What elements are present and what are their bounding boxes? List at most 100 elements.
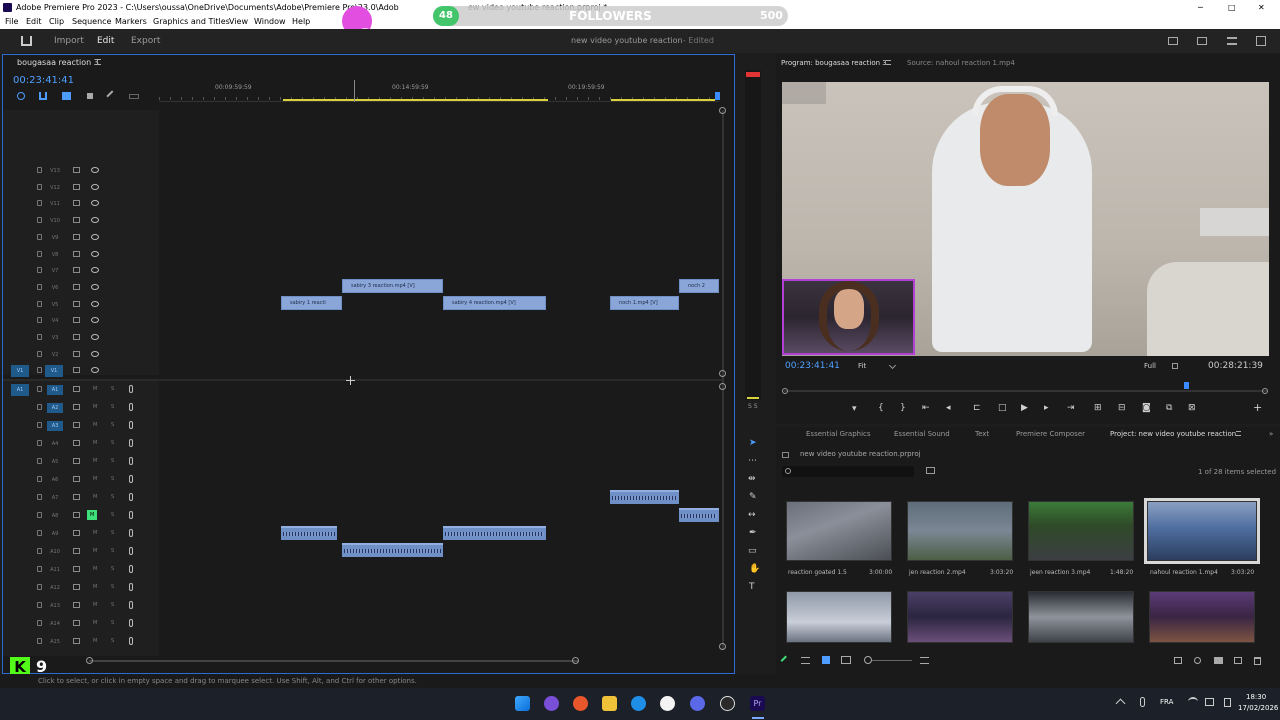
- film-icon[interactable]: [73, 167, 80, 173]
- lock-icon[interactable]: [37, 300, 42, 307]
- tab-project[interactable]: Project: new video youtube reaction: [1110, 430, 1236, 438]
- mute-button[interactable]: M: [93, 422, 97, 428]
- pen-tool-icon[interactable]: ✒: [749, 528, 757, 538]
- media-thumbnail[interactable]: [786, 501, 892, 561]
- solo-button[interactable]: S: [111, 548, 114, 554]
- mute-button[interactable]: M: [93, 404, 97, 410]
- speaker-icon[interactable]: [1205, 698, 1214, 706]
- scroll-handle[interactable]: [719, 107, 726, 114]
- eye-icon[interactable]: [91, 200, 99, 207]
- menu-window[interactable]: Window: [254, 15, 286, 29]
- zoom-handle[interactable]: [864, 656, 872, 664]
- tab-export[interactable]: Export: [131, 29, 160, 53]
- audio-track-header[interactable]: A2 M S: [3, 400, 161, 416]
- mute-button[interactable]: M: [93, 548, 97, 554]
- settings-icon[interactable]: [1172, 363, 1178, 369]
- solo-button[interactable]: S: [111, 458, 114, 464]
- audio-track-header[interactable]: A7 M S: [3, 490, 161, 506]
- lock-icon[interactable]: [37, 334, 42, 340]
- video-clip[interactable]: sabiry 3 reaction.mp4 [V]: [342, 279, 443, 293]
- automate-icon[interactable]: [1174, 657, 1182, 664]
- media-thumbnail[interactable]: [1149, 591, 1255, 643]
- audio-track-header[interactable]: A6 M S: [3, 472, 161, 488]
- menu-graphics[interactable]: Graphics and Titles: [153, 15, 230, 29]
- out-point-marker[interactable]: [715, 92, 720, 100]
- film-icon[interactable]: [73, 334, 80, 340]
- marker-icon[interactable]: [87, 93, 93, 99]
- brave-icon[interactable]: [660, 696, 675, 711]
- fit-dropdown[interactable]: Fit: [858, 362, 866, 370]
- film-icon[interactable]: [73, 367, 80, 374]
- discord-icon[interactable]: [690, 696, 705, 711]
- lock-icon[interactable]: [37, 404, 42, 410]
- video-track-header[interactable]: V12: [3, 180, 161, 196]
- video-track-header[interactable]: V7: [3, 263, 161, 279]
- lock-icon[interactable]: [37, 233, 42, 240]
- lock-icon[interactable]: [37, 283, 42, 290]
- razor-tool-icon[interactable]: ✎: [749, 492, 757, 502]
- film-icon[interactable]: [73, 440, 80, 446]
- solo-button[interactable]: S: [111, 386, 114, 392]
- lock-icon[interactable]: [37, 367, 42, 374]
- workspaces-icon[interactable]: [1168, 37, 1178, 45]
- icon-view-icon[interactable]: [822, 656, 830, 664]
- film-icon[interactable]: [73, 620, 80, 626]
- eye-icon[interactable]: [91, 217, 99, 224]
- windows-start-icon[interactable]: [515, 696, 530, 711]
- film-icon[interactable]: [73, 548, 80, 554]
- scroll-handle[interactable]: [572, 657, 579, 664]
- sort-icon[interactable]: [920, 657, 929, 664]
- audio-track-header[interactable]: A12 M S: [3, 580, 161, 596]
- video-clip[interactable]: noch 1.mp4 [V]: [610, 296, 679, 310]
- media-thumbnail[interactable]: [907, 591, 1013, 643]
- lock-icon[interactable]: [37, 548, 42, 554]
- film-icon[interactable]: [73, 494, 80, 500]
- selection-tool-icon[interactable]: ➤: [749, 438, 757, 448]
- media-thumbnail[interactable]: [907, 501, 1013, 561]
- film-icon[interactable]: [73, 217, 80, 224]
- tab-premiere-composer[interactable]: Premiere Composer: [1016, 430, 1085, 438]
- scroll-handle[interactable]: [719, 370, 726, 377]
- go-to-in-button[interactable]: ⇤: [922, 403, 930, 413]
- film-icon[interactable]: [73, 602, 80, 608]
- play-button[interactable]: ▶: [1021, 403, 1028, 413]
- video-frame[interactable]: [782, 82, 1269, 356]
- tab-text[interactable]: Text: [975, 430, 989, 438]
- obs-icon[interactable]: [720, 696, 735, 711]
- stop-button[interactable]: □: [998, 403, 1007, 413]
- mute-button[interactable]: M: [93, 440, 97, 446]
- close-button[interactable]: ✕: [1258, 0, 1265, 15]
- lock-icon[interactable]: [37, 386, 42, 392]
- audio-track-header[interactable]: A15 M S: [3, 634, 161, 650]
- microphone-icon[interactable]: [129, 529, 133, 537]
- microphone-icon[interactable]: [129, 493, 133, 501]
- eye-icon[interactable]: [91, 183, 99, 190]
- audio-track-header[interactable]: A13 M S: [3, 598, 161, 614]
- sequence-tab[interactable]: bougasaa reaction 3: [17, 58, 99, 67]
- film-icon[interactable]: [73, 638, 80, 644]
- solo-button[interactable]: S: [111, 530, 114, 536]
- microphone-icon[interactable]: [129, 637, 133, 645]
- film-icon[interactable]: [73, 267, 80, 274]
- premiere-taskbar-icon[interactable]: Pr: [750, 696, 765, 711]
- video-track-header[interactable]: V4: [3, 313, 161, 329]
- wrench-icon[interactable]: [106, 90, 118, 102]
- solo-button[interactable]: S: [111, 566, 114, 572]
- mark-in-button[interactable]: {: [878, 403, 884, 413]
- eye-icon[interactable]: [91, 350, 99, 357]
- camera-icon[interactable]: ◙: [1142, 403, 1151, 413]
- lock-icon[interactable]: [37, 530, 42, 536]
- film-icon[interactable]: [73, 183, 80, 190]
- snap-icon[interactable]: [17, 92, 25, 100]
- audio-track-header[interactable]: A5 M S: [3, 454, 161, 470]
- mute-button[interactable]: M: [93, 620, 97, 626]
- lock-icon[interactable]: [37, 458, 42, 464]
- battery-icon[interactable]: [1224, 698, 1231, 707]
- lock-icon[interactable]: [37, 350, 42, 357]
- microphone-icon[interactable]: [129, 601, 133, 609]
- media-thumbnail[interactable]: [1028, 591, 1134, 643]
- microphone-icon[interactable]: [129, 403, 133, 411]
- film-icon[interactable]: [73, 233, 80, 240]
- lock-icon[interactable]: [37, 602, 42, 608]
- lock-icon[interactable]: [37, 267, 42, 274]
